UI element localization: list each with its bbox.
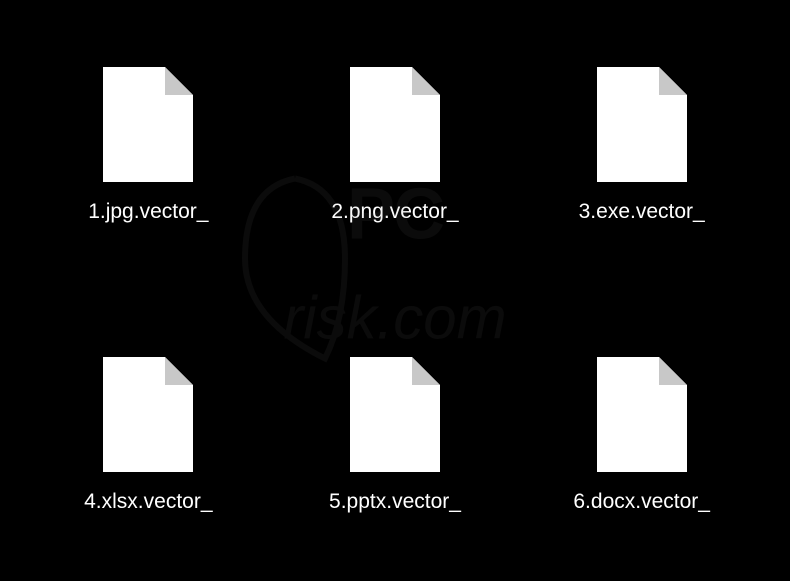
file-icon (350, 357, 440, 472)
file-label: 4.xlsx.vector_ (84, 490, 212, 514)
file-icon (597, 357, 687, 472)
file-item[interactable]: 1.jpg.vector_ (40, 30, 257, 261)
file-label: 6.docx.vector_ (573, 490, 710, 514)
file-item[interactable]: 2.png.vector_ (287, 30, 504, 261)
desktop-grid: 1.jpg.vector_ 2.png.vector_ 3.exe.vector… (0, 0, 790, 581)
file-item[interactable]: 3.exe.vector_ (533, 30, 750, 261)
file-label: 1.jpg.vector_ (88, 200, 208, 224)
file-item[interactable]: 6.docx.vector_ (533, 321, 750, 552)
file-icon (103, 67, 193, 182)
file-label: 5.pptx.vector_ (329, 490, 461, 514)
file-icon (103, 357, 193, 472)
file-item[interactable]: 5.pptx.vector_ (287, 321, 504, 552)
file-icon (597, 67, 687, 182)
file-label: 3.exe.vector_ (579, 200, 705, 224)
file-item[interactable]: 4.xlsx.vector_ (40, 321, 257, 552)
file-label: 2.png.vector_ (331, 200, 458, 224)
file-icon (350, 67, 440, 182)
